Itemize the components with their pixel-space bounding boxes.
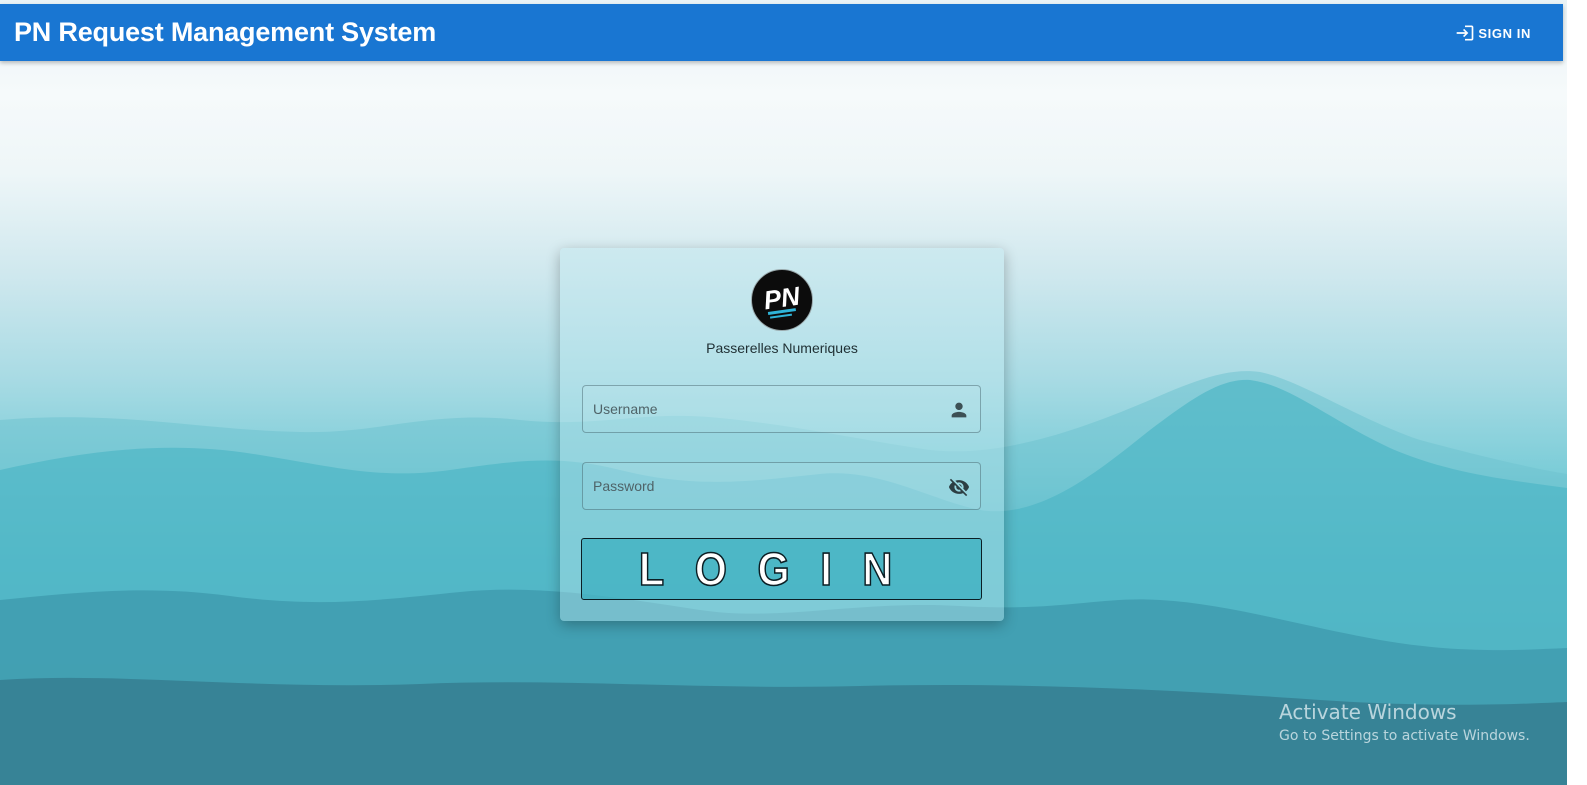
person-icon bbox=[951, 402, 967, 418]
page: PN Request Management System SIGN IN PN … bbox=[0, 0, 1587, 785]
sign-in-label: SIGN IN bbox=[1478, 25, 1531, 41]
page-scrollbar[interactable] bbox=[1567, 0, 1587, 785]
visibility-off-icon[interactable] bbox=[948, 476, 970, 498]
organization-name: Passerelles Numeriques bbox=[706, 340, 858, 356]
watermark-title: Activate Windows bbox=[1279, 700, 1457, 724]
username-input[interactable] bbox=[583, 386, 933, 432]
watermark-subtitle: Go to Settings to activate Windows. bbox=[1279, 728, 1530, 744]
pn-logo: PN bbox=[751, 269, 813, 331]
username-field bbox=[582, 385, 981, 433]
windows-activation-watermark: Activate Windows Go to Settings to activ… bbox=[1279, 700, 1530, 744]
password-input[interactable] bbox=[583, 463, 933, 509]
login-button[interactable]: LOGIN bbox=[581, 538, 982, 600]
app-title: PN Request Management System bbox=[14, 17, 437, 47]
sign-in-button[interactable]: SIGN IN bbox=[1455, 18, 1531, 48]
login-label: LOGIN bbox=[639, 544, 923, 596]
password-field bbox=[582, 462, 981, 510]
login-icon bbox=[1457, 25, 1474, 41]
app-bar: PN Request Management System SIGN IN bbox=[0, 4, 1563, 61]
login-card: PN Passerelles Numeriques LOGIN bbox=[560, 248, 1004, 621]
